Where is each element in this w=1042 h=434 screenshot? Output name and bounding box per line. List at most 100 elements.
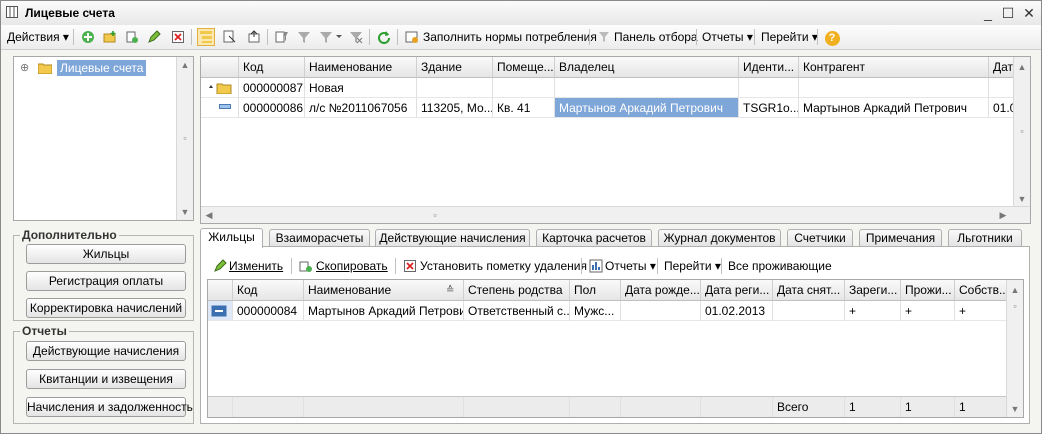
close-button[interactable]: ✕	[1020, 4, 1038, 22]
accounts-hscroll[interactable]: ◀ ▫ ▶	[201, 206, 1030, 223]
table-icon	[6, 6, 18, 18]
edit-button[interactable]: Изменить	[229, 257, 283, 275]
add-icon[interactable]	[79, 28, 97, 46]
table-cell[interactable]: +	[901, 301, 955, 321]
fill-norms-button[interactable]: Заполнить нормы потребления	[423, 28, 597, 46]
tab-residents[interactable]: Жильцы	[200, 228, 263, 248]
filter-panel-button[interactable]: Панель отбора	[614, 28, 698, 46]
col-building[interactable]: Здание	[417, 57, 493, 78]
mark-delete-button[interactable]: Установить пометку удаления	[420, 257, 587, 275]
table-cell[interactable]: TSGR1o...	[739, 98, 799, 118]
table-cell[interactable]: 01.02.2013	[701, 301, 773, 321]
table-row[interactable]: 000000087	[239, 78, 305, 98]
table-cell[interactable]	[555, 78, 739, 98]
table-row[interactable]: 000000086	[239, 98, 305, 118]
level-down-icon[interactable]	[221, 28, 239, 46]
delete-icon[interactable]	[169, 28, 187, 46]
filter-history-icon[interactable]	[317, 28, 345, 46]
col-registered[interactable]: Зареги...	[845, 280, 901, 301]
col-relation[interactable]: Степень родства	[464, 280, 570, 301]
receipts-button[interactable]: Квитанции и извещения	[26, 369, 186, 389]
filter-list-icon[interactable]	[273, 28, 291, 46]
mark-delete-icon	[401, 257, 419, 275]
table-cell[interactable]	[417, 78, 493, 98]
col-room[interactable]: Помеще...	[493, 57, 555, 78]
table-cell[interactable]	[621, 301, 701, 321]
tab-document-journal[interactable]: Журнал документов	[658, 229, 781, 247]
all-residents-button[interactable]: Все проживающие	[728, 257, 832, 275]
table-cell[interactable]: Мартынов Аркадий Петрович	[799, 98, 989, 118]
table-cell[interactable]: +	[845, 301, 901, 321]
charges-correction-button[interactable]: Корректировка начислений	[26, 298, 186, 318]
table-cell[interactable]: Новая	[305, 78, 417, 98]
edit-icon[interactable]	[145, 28, 163, 46]
col-sex[interactable]: Пол	[570, 280, 621, 301]
tab-active-charges[interactable]: Действующие начисления	[375, 229, 530, 247]
hierarchy-view-icon[interactable]	[197, 28, 215, 46]
add-folder-icon[interactable]	[101, 28, 119, 46]
sub-goto-menu[interactable]: Перейти ▾	[664, 257, 721, 275]
table-row[interactable]: 000000084	[233, 301, 304, 321]
sub-reports-menu[interactable]: Отчеты ▾	[605, 257, 656, 275]
col-contractor[interactable]: Контрагент	[799, 57, 989, 78]
table-cell[interactable]: 113205, Мо...	[417, 98, 493, 118]
tree-vscroll[interactable]: ▲ ▫ ▼	[176, 57, 193, 220]
table-cell-selected[interactable]: Мартынов Аркадий Петрович	[555, 98, 739, 118]
col-living[interactable]: Прожи...	[901, 280, 955, 301]
reports-legend: Отчеты	[20, 324, 69, 338]
expand-icon[interactable]: ⊕	[20, 61, 29, 74]
table-cell[interactable]: +	[955, 301, 1009, 321]
table-cell[interactable]: Ответственный с...	[464, 301, 570, 321]
help-icon[interactable]: ?	[823, 28, 841, 46]
col-name[interactable]: Наименование	[304, 280, 464, 301]
col-unreg-date[interactable]: Дата снят...	[773, 280, 845, 301]
col-code[interactable]: Код	[239, 57, 305, 78]
active-charges-button[interactable]: Действующие начисления	[26, 341, 186, 361]
maximize-button[interactable]: ☐	[999, 4, 1017, 22]
tab-settlement-card[interactable]: Карточка расчетов	[536, 229, 652, 247]
reports-menu[interactable]: Отчеты ▾	[702, 28, 753, 46]
main-window: Лицевые счета _ ☐ ✕ Действия ▾ Заполнить…	[0, 0, 1042, 434]
charges-debt-button[interactable]: Начисления и задолженность	[26, 397, 193, 417]
tree-root-item[interactable]: Лицевые счета	[57, 60, 147, 76]
table-footer: Всего 1 1 1	[208, 396, 1009, 417]
col-marker	[208, 280, 233, 301]
refresh-icon[interactable]	[375, 28, 393, 46]
residents-button[interactable]: Жильцы	[26, 244, 186, 264]
residents-vscroll[interactable]: ▲ ▫ ▼	[1006, 280, 1023, 417]
filter-icon[interactable]	[295, 28, 313, 46]
funnel-icon	[595, 28, 613, 46]
tab-meters[interactable]: Счетчики	[787, 229, 853, 247]
clear-filter-icon[interactable]	[347, 28, 365, 46]
actions-menu[interactable]: Действия ▾	[7, 28, 69, 46]
goto-menu[interactable]: Перейти ▾	[761, 28, 818, 46]
table-cell[interactable]	[773, 301, 845, 321]
col-name[interactable]: Наименование	[305, 57, 417, 78]
table-cell[interactable]	[493, 78, 555, 98]
level-up-icon[interactable]	[245, 28, 263, 46]
col-reg-date[interactable]: Дата реги...	[701, 280, 773, 301]
extra-group: Дополнительно Жильцы Регистрация оплаты …	[13, 228, 194, 321]
copy-icon[interactable]	[123, 28, 141, 46]
table-cell[interactable]: Мартынов Аркадий Петрович	[304, 301, 464, 321]
sort-icon: ≙	[446, 285, 455, 296]
col-owner[interactable]: Собств...	[955, 280, 1009, 301]
tab-notes[interactable]: Примечания	[859, 229, 942, 247]
minimize-button[interactable]: _	[979, 4, 997, 22]
table-cell[interactable]	[799, 78, 989, 98]
accounts-vscroll[interactable]: ▲ ▫ ▼	[1013, 57, 1030, 207]
residents-table: Код Наименование ≙ Степень родства Пол Д…	[207, 279, 1024, 418]
copy-button[interactable]: Скопировать	[316, 257, 388, 275]
main-toolbar: Действия ▾ Заполнить нормы потребления П…	[1, 25, 1041, 50]
payment-registration-button[interactable]: Регистрация оплаты	[26, 271, 186, 291]
col-birth[interactable]: Дата рожде...	[621, 280, 701, 301]
col-ident[interactable]: Иденти...	[739, 57, 799, 78]
table-cell[interactable]	[739, 78, 799, 98]
tab-settlements[interactable]: Взаиморасчеты	[269, 229, 370, 247]
table-cell[interactable]: л/с №2011067056	[305, 98, 417, 118]
col-owner[interactable]: Владелец	[555, 57, 739, 78]
tab-beneficiaries[interactable]: Льготники	[948, 229, 1022, 247]
table-cell[interactable]: Мужс...	[570, 301, 621, 321]
col-code[interactable]: Код	[233, 280, 304, 301]
table-cell[interactable]: Кв. 41	[493, 98, 555, 118]
